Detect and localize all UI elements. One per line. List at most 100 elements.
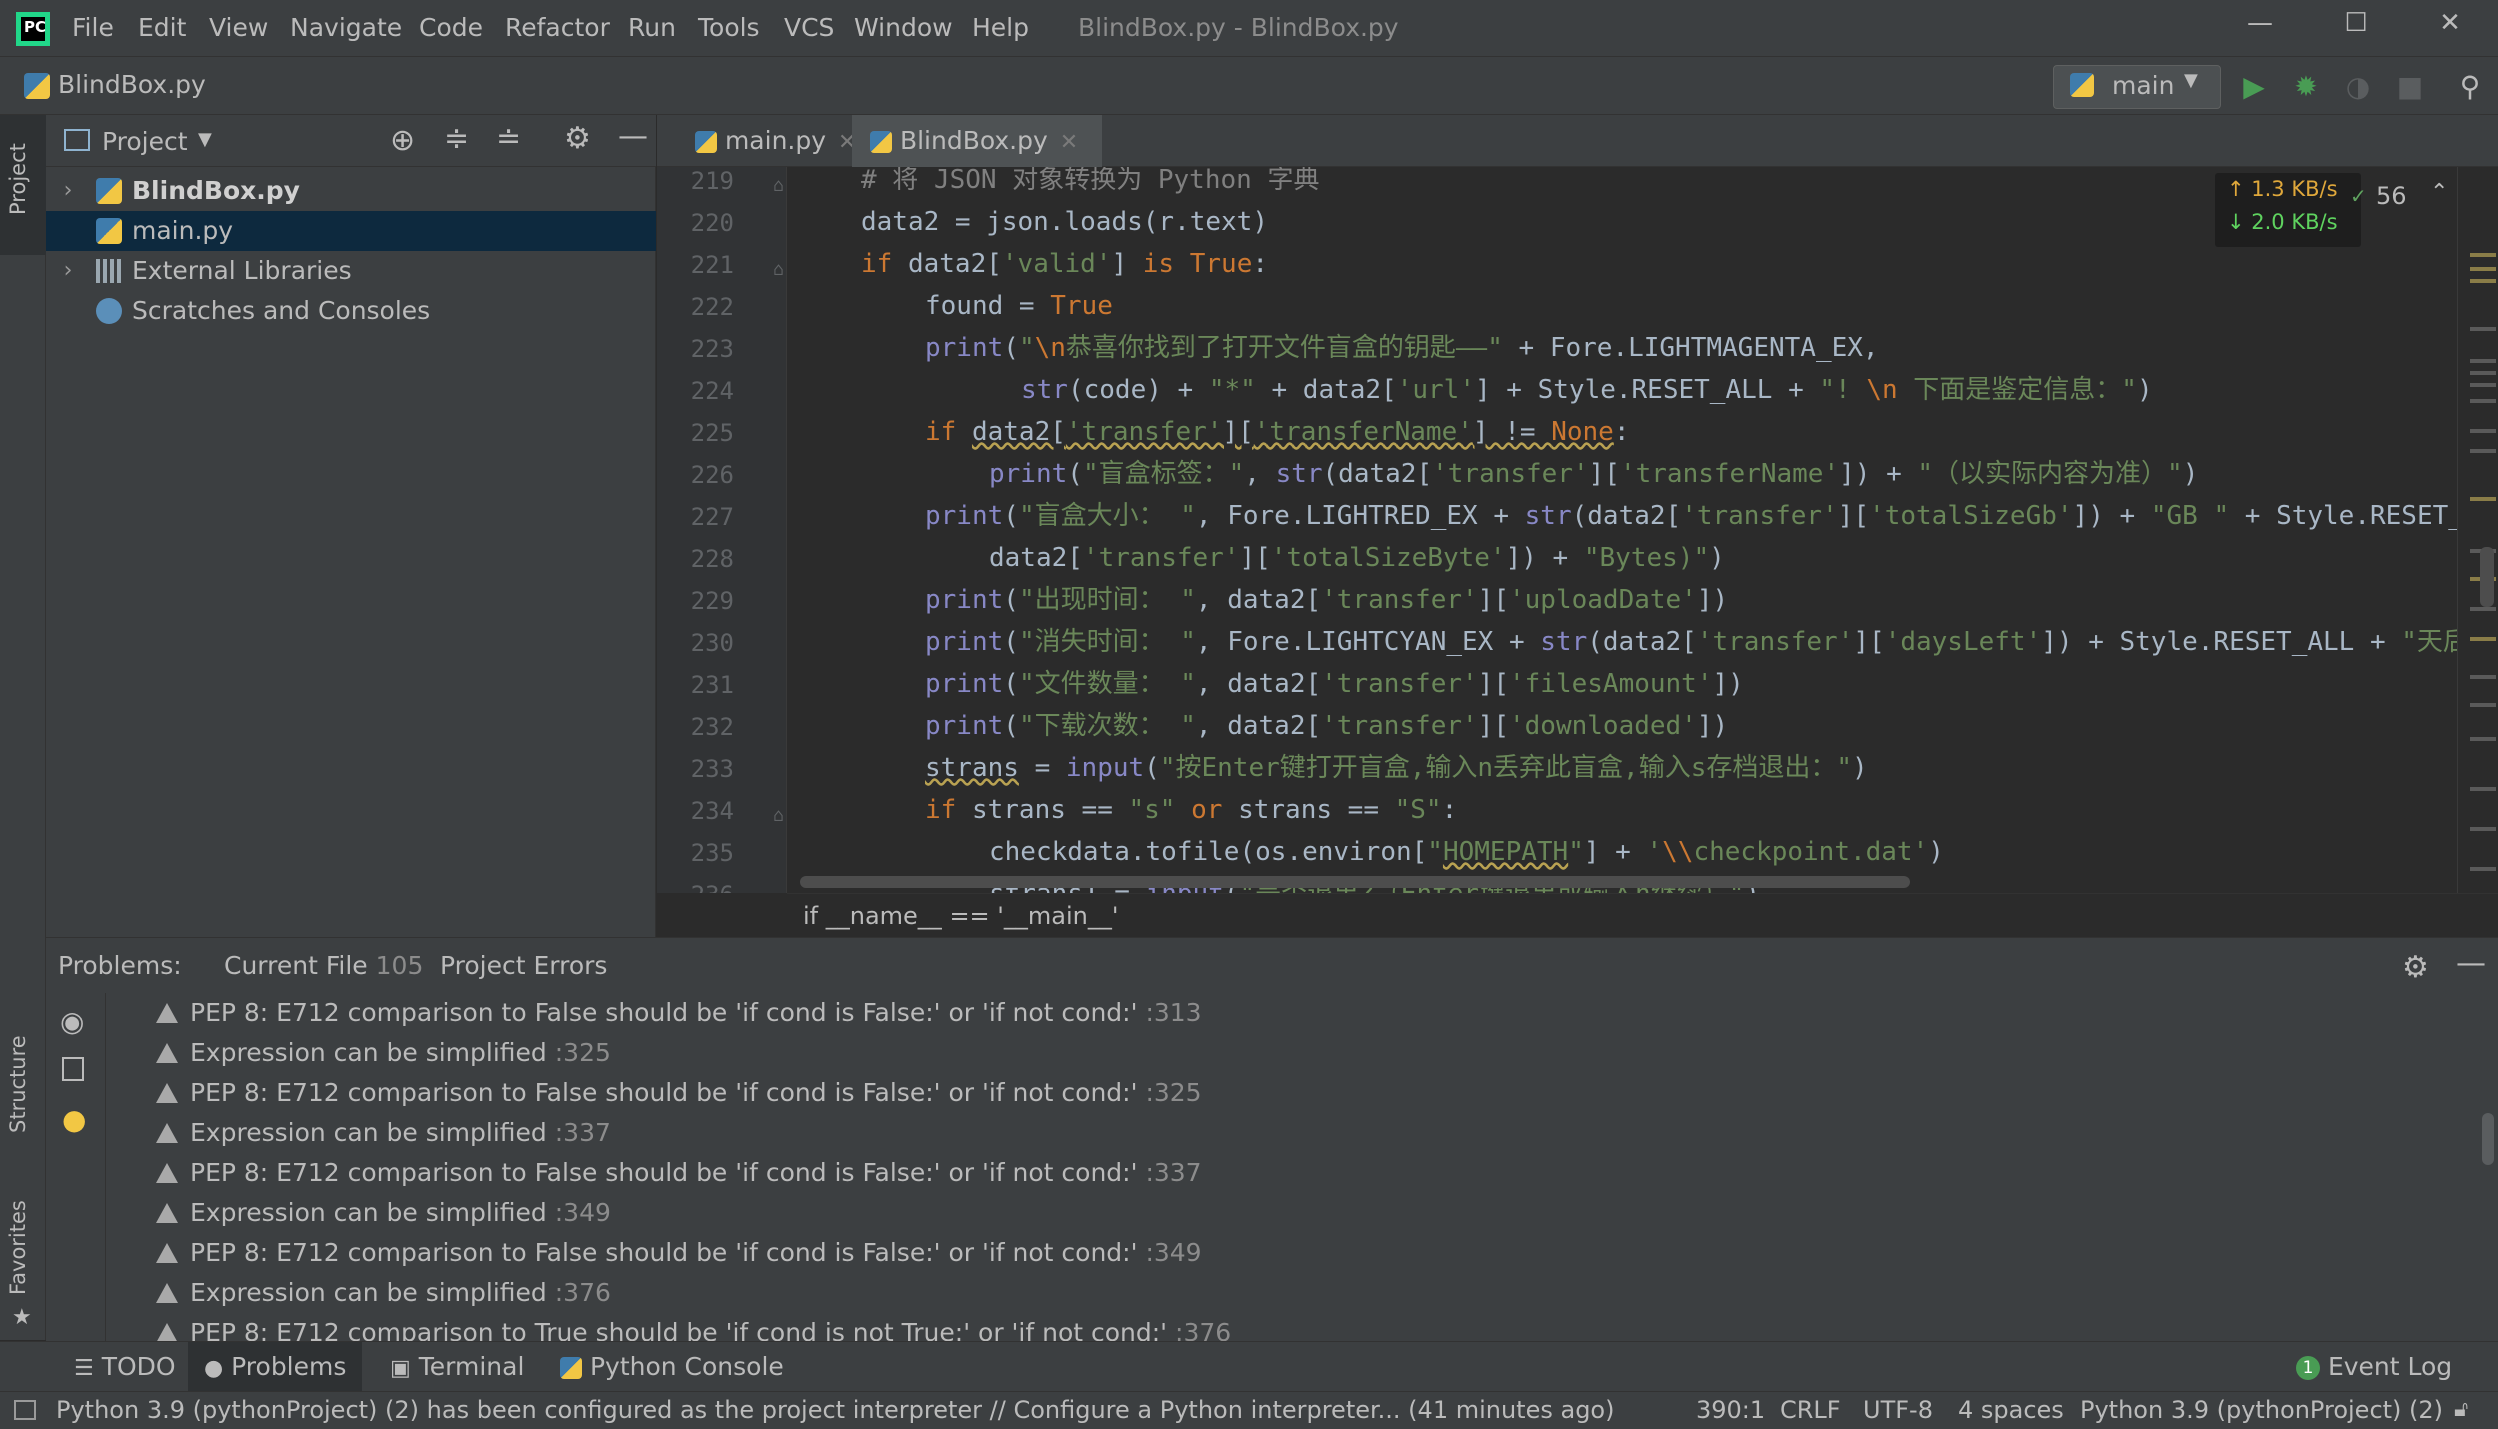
stop-icon[interactable]: ■: [2392, 69, 2428, 105]
warning-marker[interactable]: [2470, 253, 2496, 257]
hide-panel-icon[interactable]: —: [618, 119, 648, 154]
menu-edit[interactable]: Edit: [138, 13, 186, 42]
maximize-icon[interactable]: ☐: [2326, 8, 2386, 48]
warning-marker[interactable]: [2470, 279, 2496, 283]
warning-marker[interactable]: [2470, 675, 2496, 679]
expand-all-icon[interactable]: ≑: [444, 121, 469, 156]
problem-row[interactable]: PEP 8: E712 comparison to False should b…: [156, 993, 1202, 1033]
problem-row[interactable]: Expression can be simplified :349: [156, 1193, 611, 1233]
fold-icon[interactable]: ⌂: [773, 175, 784, 196]
warning-marker[interactable]: [2470, 703, 2496, 707]
warning-marker[interactable]: [2470, 267, 2496, 271]
eye-icon[interactable]: ◉: [60, 1005, 84, 1038]
warning-marker[interactable]: [2470, 399, 2496, 403]
indent-setting[interactable]: 4 spaces: [1958, 1392, 2064, 1428]
problem-row[interactable]: PEP 8: E712 comparison to True should be…: [156, 1313, 1231, 1341]
tab-problems[interactable]: ● Problems: [188, 1342, 363, 1392]
tab-terminal[interactable]: ▣ Terminal: [378, 1342, 536, 1392]
vertical-scrollbar-thumb[interactable]: [2480, 547, 2494, 607]
gear-icon[interactable]: ⚙: [564, 121, 591, 156]
menu-run[interactable]: Run: [628, 13, 676, 42]
chevron-right-icon[interactable]: ›: [58, 251, 78, 291]
problem-row[interactable]: PEP 8: E712 comparison to False should b…: [156, 1233, 1202, 1273]
caret-position[interactable]: 390:1: [1696, 1392, 1765, 1428]
collapse-all-icon[interactable]: ≐: [496, 121, 521, 156]
code-context-breadcrumb[interactable]: if __name__ == '__main__': [787, 893, 2498, 937]
problem-row[interactable]: Expression can be simplified :325: [156, 1033, 611, 1073]
hide-panel-icon[interactable]: —: [2456, 946, 2486, 981]
preview-icon[interactable]: [62, 1057, 84, 1081]
tree-item-scratches[interactable]: Scratches and Consoles: [46, 291, 656, 331]
nav-breadcrumb-file[interactable]: BlindBox.py: [58, 70, 206, 99]
tree-item-external-libraries[interactable]: › External Libraries: [46, 251, 656, 291]
coverage-icon[interactable]: ◑: [2340, 69, 2376, 105]
tab-todo[interactable]: ☰ TODO: [62, 1342, 188, 1392]
close-tab-icon[interactable]: ✕: [1060, 130, 1078, 155]
run-config-dropdown[interactable]: main ▼: [2053, 65, 2221, 109]
warning-marker[interactable]: [2470, 867, 2496, 871]
previous-highlight-icon[interactable]: ⌃: [2430, 180, 2448, 205]
menu-file[interactable]: File: [72, 13, 114, 42]
warning-marker[interactable]: [2470, 449, 2496, 453]
tab-current-file[interactable]: Current File 105: [210, 938, 438, 998]
locate-icon[interactable]: ⊕: [390, 123, 415, 158]
tab-label: main.py: [724, 126, 827, 155]
run-icon[interactable]: ▶: [2236, 69, 2272, 105]
status-message[interactable]: Python 3.9 (pythonProject) (2) has been …: [56, 1392, 1614, 1428]
menu-tools[interactable]: Tools: [698, 13, 760, 42]
menu-view[interactable]: View: [209, 13, 268, 42]
structure-strip-tab[interactable]: Structure: [0, 1003, 46, 1153]
tool-windows-icon[interactable]: [14, 1400, 36, 1420]
file-encoding[interactable]: UTF-8: [1863, 1392, 1933, 1428]
warning-marker[interactable]: [2470, 429, 2496, 433]
menu-vcs[interactable]: VCS: [784, 13, 834, 42]
warning-marker[interactable]: [2470, 359, 2496, 363]
close-icon[interactable]: ✕: [2420, 8, 2480, 48]
fold-icon[interactable]: ⌂: [773, 259, 784, 280]
warning-marker[interactable]: [2470, 383, 2496, 387]
menu-window[interactable]: Window: [854, 13, 953, 42]
warning-marker[interactable]: [2470, 327, 2496, 331]
tab-blindbox-py[interactable]: BlindBox.py ✕: [852, 115, 1102, 171]
horizontal-scrollbar[interactable]: [800, 876, 1910, 888]
warning-marker[interactable]: [2470, 497, 2496, 501]
warning-marker[interactable]: [2470, 607, 2496, 611]
problem-row[interactable]: Expression can be simplified :337: [156, 1113, 611, 1153]
warning-marker[interactable]: [2470, 827, 2496, 831]
favorites-strip-tab[interactable]: Favorites ★: [0, 1175, 46, 1335]
minimize-icon[interactable]: —: [2230, 8, 2290, 48]
project-strip-tab[interactable]: Project: [0, 115, 46, 255]
menu-help[interactable]: Help: [972, 13, 1029, 42]
debug-bug-icon[interactable]: ✹: [2288, 69, 2324, 105]
interpreter-selector[interactable]: Python 3.9 (pythonProject) (2): [2080, 1392, 2443, 1428]
tree-item-blindbox[interactable]: › BlindBox.py: [46, 171, 656, 211]
tree-item-main[interactable]: main.py: [46, 211, 656, 251]
menu-refactor[interactable]: Refactor: [505, 13, 610, 42]
lightbulb-icon[interactable]: ●: [62, 1103, 86, 1136]
code-editor[interactable]: # 将 JSON 对象转换为 Python 字典 data2 = json.lo…: [787, 167, 2457, 893]
event-log-button[interactable]: 1 Event Log: [2296, 1342, 2452, 1392]
warning-marker[interactable]: [2470, 371, 2496, 375]
warning-marker[interactable]: [2470, 737, 2496, 741]
error-stripe[interactable]: [2457, 167, 2498, 893]
warning-marker[interactable]: [2470, 637, 2496, 641]
tab-python-console[interactable]: Python Console: [548, 1342, 796, 1392]
chevron-right-icon[interactable]: ›: [58, 171, 78, 211]
search-icon[interactable]: ⚲: [2452, 69, 2488, 105]
tab-main-py[interactable]: main.py ✕: [677, 115, 867, 167]
project-view-selector[interactable]: Project: [102, 127, 188, 156]
fold-icon[interactable]: ⌂: [773, 805, 784, 826]
menu-code[interactable]: Code: [419, 13, 483, 42]
problems-scrollbar[interactable]: [2482, 1113, 2494, 1165]
gear-icon[interactable]: ⚙: [2402, 950, 2429, 985]
lock-icon[interactable]: 🔓︎: [2454, 1392, 2468, 1428]
menu-navigate[interactable]: Navigate: [290, 13, 402, 42]
problem-row[interactable]: Expression can be simplified :376: [156, 1273, 611, 1313]
chevron-down-icon[interactable]: ▼: [198, 129, 212, 150]
python-file-icon: [96, 218, 122, 244]
line-separator[interactable]: CRLF: [1780, 1392, 1841, 1428]
problem-row[interactable]: PEP 8: E712 comparison to False should b…: [156, 1153, 1202, 1193]
tab-project-errors[interactable]: Project Errors: [440, 938, 607, 994]
problem-row[interactable]: PEP 8: E712 comparison to False should b…: [156, 1073, 1202, 1113]
warning-marker[interactable]: [2470, 787, 2496, 791]
